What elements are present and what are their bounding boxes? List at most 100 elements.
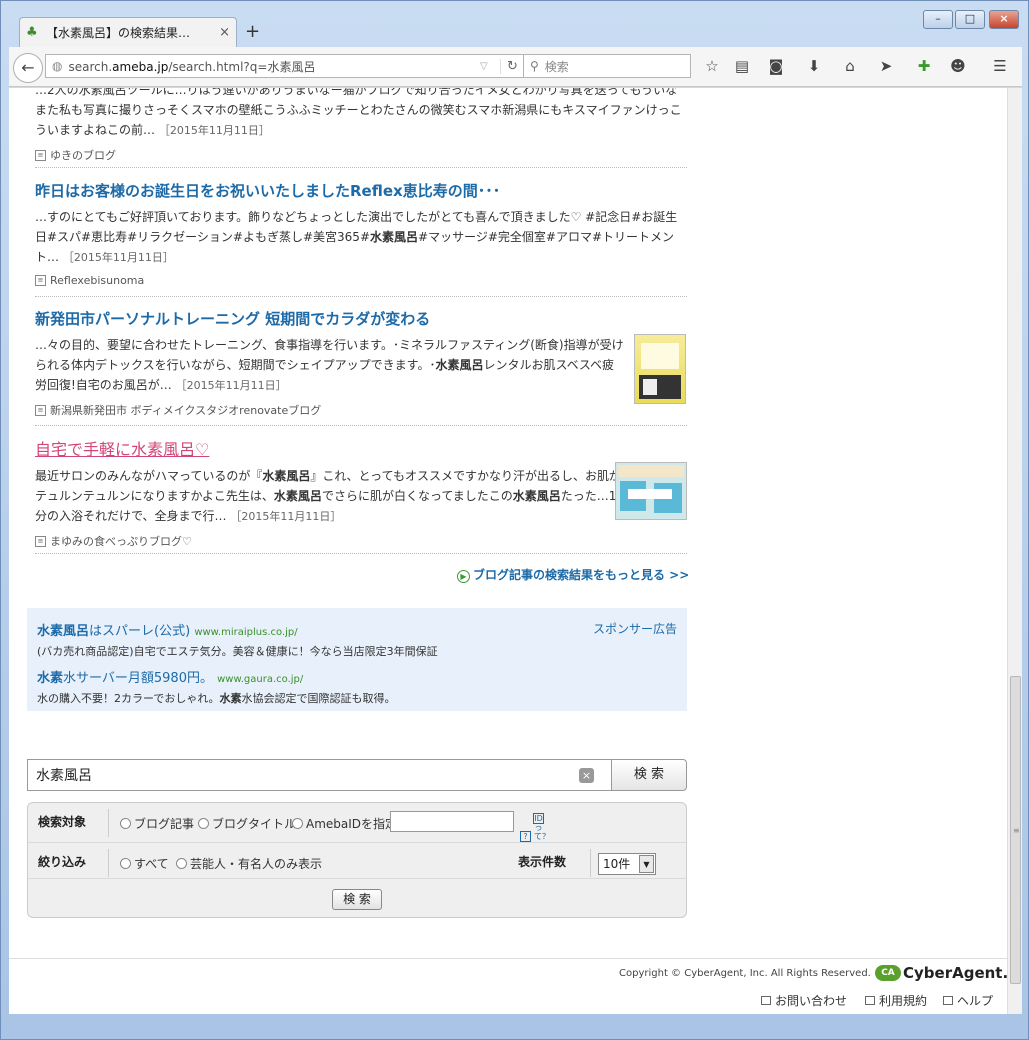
url-text: search.ameba.jp/search.html?q=水素風呂 <box>68 59 316 74</box>
radio-blog-titles[interactable]: ブログタイトル <box>198 815 296 832</box>
result-source[interactable]: ≡ まゆみの食べっぷりブログ♡ <box>35 533 625 549</box>
menu-icon[interactable]: ☰ <box>989 57 1011 75</box>
browser-window: ♣ 【水素風呂】の検索結果… × + – □ × ← ◍ search.ameb… <box>0 0 1029 1040</box>
result-thumbnail[interactable] <box>634 334 686 404</box>
count-select[interactable]: 10件 ▼ <box>598 853 656 875</box>
result-description: …々の目的、要望に合わせたトレーニング、食事指導を行います。･ミネラルファスティ… <box>35 338 624 392</box>
advanced-search-panel: 検索対象 ブログ記事 ブログタイトル AmebaIDを指定 ?IDって？ 絞り込… <box>27 802 687 918</box>
count-label: 表示件数 <box>518 855 567 869</box>
radio-all[interactable]: すべて <box>120 855 169 872</box>
divider <box>108 849 109 877</box>
blog-icon: ≡ <box>35 275 46 286</box>
search-result: 新発田市パーソナルトレーニング 短期間でカラダが変わる …々の目的、要望に合わせ… <box>35 308 625 418</box>
ad-description: (バカ売れ商品認定)自宅でエステ気分。美容＆健康に！今なら当店限定3年間保証 <box>37 645 438 658</box>
radio-ameba-id[interactable]: AmebaIDを指定 <box>292 815 397 832</box>
footer-link-contact[interactable]: お問い合わせ <box>761 992 847 1009</box>
search-input[interactable]: 水素風呂 × <box>27 759 613 791</box>
scrollbar-grip-icon: ≡ <box>1013 826 1020 835</box>
external-window-icon <box>943 996 953 1005</box>
title-bar: ♣ 【水素風呂】の検索結果… × + – □ × <box>1 1 1028 47</box>
radio-celebrities-only[interactable]: 芸能人・有名人のみ表示 <box>176 855 322 872</box>
result-source[interactable]: ≡ Reflexebisunoma <box>35 274 687 287</box>
cyberagent-logo-mark: CA <box>875 965 901 981</box>
result-description: …すのにとてもご好評頂いております。飾りなどちょっとした演出でしたがとても喜んで… <box>35 210 678 264</box>
ad-link[interactable]: 水素風呂はスパーレ(公式) www.miraiplus.co.jp/ <box>37 620 677 639</box>
filter-row: 絞り込み すべて 芸能人・有名人のみ表示 表示件数 10件 ▼ <box>28 843 686 879</box>
external-window-icon <box>761 996 771 1005</box>
copyright-text: Copyright © CyberAgent, Inc. All Rights … <box>619 968 871 979</box>
radio-icon <box>198 818 209 829</box>
puzzle-icon[interactable]: ✚ <box>913 57 935 75</box>
result-description: …2人の水素風呂ツールに…りはう違いがありうまいなー猫がブログで知り合ったイメ女… <box>35 88 682 137</box>
window-maximize-button[interactable]: □ <box>955 10 985 29</box>
pocket-icon[interactable]: ◙ <box>765 57 787 75</box>
ad-link[interactable]: 水素水サーバー月額5980円。 www.gaura.co.jp/ <box>37 667 677 686</box>
globe-icon: ◍ <box>52 59 63 73</box>
tab-title: 【水素風呂】の検索結果… <box>46 26 191 40</box>
search-button[interactable]: 検 索 <box>611 759 687 791</box>
id-help-link[interactable]: ?IDって？ <box>520 813 550 842</box>
window-close-button[interactable]: × <box>989 10 1019 29</box>
help-icon: ? <box>520 831 531 842</box>
advanced-search-button[interactable]: 検 索 <box>332 889 382 910</box>
result-thumbnail[interactable] <box>615 462 687 520</box>
divider <box>35 425 687 426</box>
navigation-toolbar: ← ◍ search.ameba.jp/search.html?q=水素風呂 ▽… <box>9 47 1022 87</box>
result-source[interactable]: ≡ ゆきのブログ <box>35 147 687 163</box>
divider <box>590 849 591 877</box>
radio-icon <box>176 858 187 869</box>
thumbnail-image <box>618 465 684 513</box>
home-icon[interactable]: ⌂ <box>839 57 861 75</box>
result-title-link[interactable]: 自宅で手軽に水素風呂♡ <box>35 436 625 460</box>
tab-close-icon[interactable]: × <box>219 25 230 40</box>
search-query: 水素風呂 <box>36 768 92 784</box>
search-placeholder: 検索 <box>544 59 569 74</box>
search-result: 昨日はお客様のお誕生日をお祝いいたしましたReflex恵比寿の間･･･ …すのに… <box>35 180 687 287</box>
browser-search-input[interactable]: ⚲ 検索 <box>523 54 691 78</box>
footer-link-help[interactable]: ヘルプ <box>943 992 993 1009</box>
search-target-label: 検索対象 <box>38 815 87 829</box>
result-title-link[interactable]: 新発田市パーソナルトレーニング 短期間でカラダが変わる <box>35 308 625 329</box>
download-icon[interactable]: ⬇ <box>803 57 825 75</box>
play-circle-icon: ▶ <box>457 570 470 583</box>
radio-icon <box>292 818 303 829</box>
result-source[interactable]: ≡ 新潟県新発田市 ボディメイクスタジオrenovateブログ <box>35 402 625 418</box>
radio-blog-articles[interactable]: ブログ記事 <box>120 815 194 832</box>
blog-icon: ≡ <box>35 535 46 547</box>
external-window-icon <box>865 996 875 1005</box>
browser-tab[interactable]: ♣ 【水素風呂】の検索結果… × <box>19 17 237 47</box>
reading-list-icon[interactable]: ▤ <box>731 57 753 75</box>
dropdown-arrow-icon: ▼ <box>639 855 654 873</box>
sponsor-label[interactable]: スポンサー広告 <box>593 620 677 637</box>
cyberagent-logo[interactable]: CA CyberAgent. <box>875 964 1007 982</box>
divider <box>108 809 109 837</box>
new-tab-button[interactable]: + <box>245 21 260 42</box>
reload-icon[interactable]: ↻ <box>500 58 524 74</box>
window-minimize-button[interactable]: – <box>923 10 953 29</box>
emoji-icon[interactable]: ☻ <box>947 57 969 75</box>
result-title-link[interactable]: 昨日はお客様のお誕生日をお祝いいたしましたReflex恵比寿の間･･･ <box>35 180 687 201</box>
sponsored-ads: スポンサー広告 水素風呂はスパーレ(公式) www.miraiplus.co.j… <box>27 608 687 711</box>
vertical-scrollbar[interactable]: ≡ <box>1007 88 1022 1014</box>
search-icon: ⚲ <box>530 59 539 73</box>
ameba-favicon-icon: ♣ <box>26 24 38 40</box>
star-icon[interactable]: ☆ <box>701 57 723 75</box>
search-result: 自宅で手軽に水素風呂♡ 最近サロンのみんながハマっているのが『水素風呂』これ、と… <box>35 436 625 549</box>
url-bar[interactable]: ◍ search.ameba.jp/search.html?q=水素風呂 ▽ ↻ <box>45 54 525 78</box>
back-button[interactable]: ← <box>13 53 43 83</box>
radio-icon <box>120 818 131 829</box>
blog-icon: ≡ <box>35 149 46 161</box>
result-description: 最近サロンのみんながハマっているのが『水素風呂』これ、とってもオススメですかなり… <box>35 469 625 523</box>
send-icon[interactable]: ➤ <box>875 57 897 75</box>
divider <box>35 553 687 554</box>
divider <box>35 167 687 168</box>
more-results-link[interactable]: ▶ ブログ記事の検索結果をもっと見る >> <box>457 566 689 583</box>
footer-link-terms[interactable]: 利用規約 <box>865 992 927 1009</box>
radio-icon <box>120 858 131 869</box>
page-content: …2人の水素風呂ツールに…りはう違いがありうまいなー猫がブログで知り合ったイメ女… <box>9 88 1007 1014</box>
search-result: …2人の水素風呂ツールに…りはう違いがありうまいなー猫がブログで知り合ったイメ女… <box>35 88 687 163</box>
url-dropdown-icon[interactable]: ▽ <box>480 61 500 72</box>
clear-icon[interactable]: × <box>579 768 594 783</box>
divider <box>35 296 687 297</box>
ameba-id-input[interactable] <box>390 811 514 832</box>
